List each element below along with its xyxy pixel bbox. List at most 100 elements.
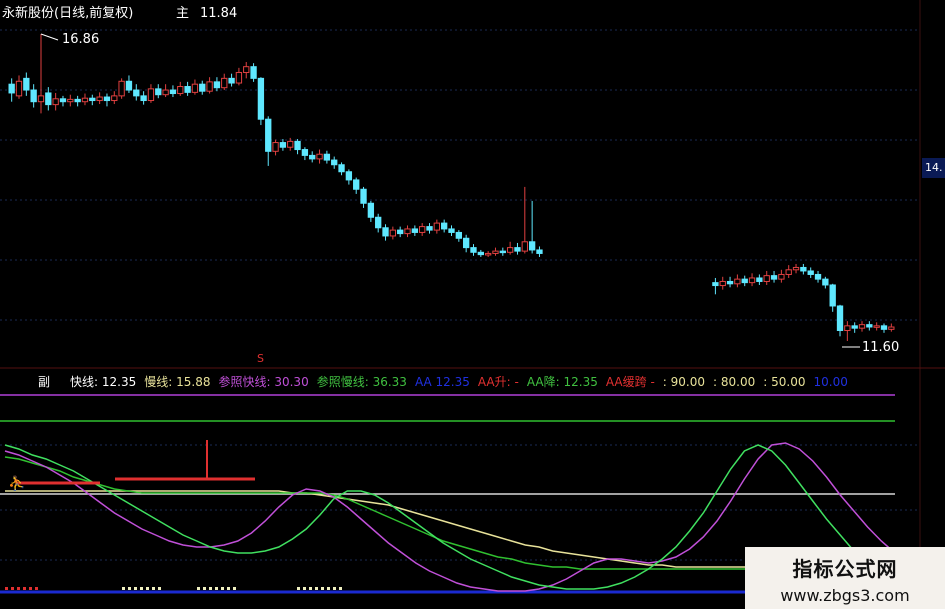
indicator-label: 快线: — [70, 375, 99, 389]
candle-body — [140, 95, 147, 102]
watermark-title: 指标公式网 — [792, 557, 898, 581]
candle-body — [162, 89, 169, 96]
candle-body — [712, 282, 719, 287]
candle-body — [880, 325, 888, 330]
candle-body — [829, 284, 836, 307]
candle-body — [147, 88, 155, 102]
candle-body — [338, 164, 345, 173]
indicator-value: - — [650, 375, 655, 389]
candle-body — [741, 278, 748, 284]
candle-body — [778, 273, 785, 280]
candle-body — [514, 247, 521, 252]
candle-body — [45, 92, 52, 106]
candle-body — [382, 227, 389, 237]
candle-body — [851, 325, 858, 329]
indicator-label: : — [763, 375, 768, 389]
candle-body — [15, 80, 23, 97]
candle-body — [111, 95, 118, 102]
signal-dot — [11, 587, 14, 590]
candle-body — [411, 228, 419, 233]
signal-dot — [5, 587, 8, 590]
signal-dot — [128, 587, 131, 590]
candle-body — [37, 95, 45, 103]
price-top-tag: 14. — [922, 158, 945, 178]
candle-body — [844, 325, 851, 331]
candle-body — [800, 266, 807, 272]
indicator-item: 参照慢线: 36.33 — [317, 374, 407, 390]
candle-body — [155, 88, 162, 96]
high-annotation: 16.86 — [62, 32, 100, 47]
indicator-item: : 90.00 — [663, 374, 705, 390]
indicator-item: 10.00 — [813, 374, 847, 390]
indicator-label: 慢线: — [144, 375, 173, 389]
candle-body — [448, 228, 455, 233]
candle-body — [52, 98, 59, 106]
candle-body — [462, 237, 470, 249]
indicator-item: AA降: 12.35 — [527, 374, 598, 390]
candle-body — [279, 142, 287, 148]
candle-body — [748, 277, 756, 284]
indicator-value: - — [514, 375, 519, 389]
indicator-label: AA — [414, 375, 432, 389]
indicator-item: AA缓跨 - — [606, 374, 655, 390]
candle-body — [118, 80, 125, 97]
candle-body — [250, 66, 257, 79]
signal-dot — [339, 587, 342, 590]
signal-dot — [203, 587, 206, 590]
candle-body — [506, 247, 514, 253]
indicator-item: 快线: 12.35 — [70, 374, 136, 390]
candle-body — [257, 77, 265, 120]
candle-body — [287, 140, 294, 148]
candle-body — [719, 280, 726, 287]
candle-body — [375, 216, 382, 229]
signal-dot — [122, 587, 125, 590]
candle-body — [169, 89, 177, 95]
candle-body — [756, 277, 763, 282]
candle-body — [199, 83, 206, 92]
candle-body — [89, 97, 96, 102]
signal-dot — [327, 587, 330, 590]
candle-body — [8, 83, 15, 94]
candles — [8, 33, 895, 348]
candle-body — [96, 96, 103, 102]
indicator-label: AA升: — [477, 375, 511, 389]
candle-body — [492, 250, 499, 254]
indicator-value: 90.00 — [670, 375, 706, 389]
candle-body — [316, 153, 323, 160]
indicator-value: 12.35 — [563, 375, 598, 389]
sub-label: 副 — [38, 375, 51, 389]
signal-dot — [233, 587, 236, 590]
indicator-label: AA缓跨 — [605, 375, 647, 389]
candle-body — [353, 179, 360, 190]
candle-body — [499, 250, 506, 254]
candle-body — [763, 275, 770, 282]
candle-body — [536, 249, 543, 254]
chart-title: 永新股份(日线,前复权) — [2, 6, 134, 21]
candle-body — [331, 159, 338, 166]
indicator-value: 36.33 — [372, 375, 407, 389]
signal-dot — [17, 587, 20, 590]
candle-body — [858, 324, 866, 329]
candle-body — [67, 98, 74, 103]
indicator-value: 12.35 — [101, 375, 137, 389]
signal-dot — [146, 587, 149, 590]
signal-dot — [209, 587, 212, 590]
candle-body — [323, 153, 331, 161]
indicator-item: : 80.00 — [713, 374, 755, 390]
watermark-url: www.zbgs3.com — [780, 586, 910, 605]
signal-dot — [29, 587, 32, 590]
indicator-label: 参照慢线: — [316, 375, 369, 389]
indicator-item: AA升: - — [478, 374, 519, 390]
runner-icon: ⛹ — [8, 474, 25, 492]
candle-body — [477, 251, 484, 256]
candle-body — [866, 324, 873, 328]
signal-dot — [215, 587, 218, 590]
candle-body — [345, 171, 353, 181]
signal-dot — [297, 587, 300, 590]
signal-dot — [333, 587, 336, 590]
indicator-label: : — [662, 375, 667, 389]
indicator-item: AA 12.35 — [415, 374, 470, 390]
candle-body — [389, 229, 397, 237]
candle-body — [235, 72, 243, 84]
signal-dot — [315, 587, 318, 590]
